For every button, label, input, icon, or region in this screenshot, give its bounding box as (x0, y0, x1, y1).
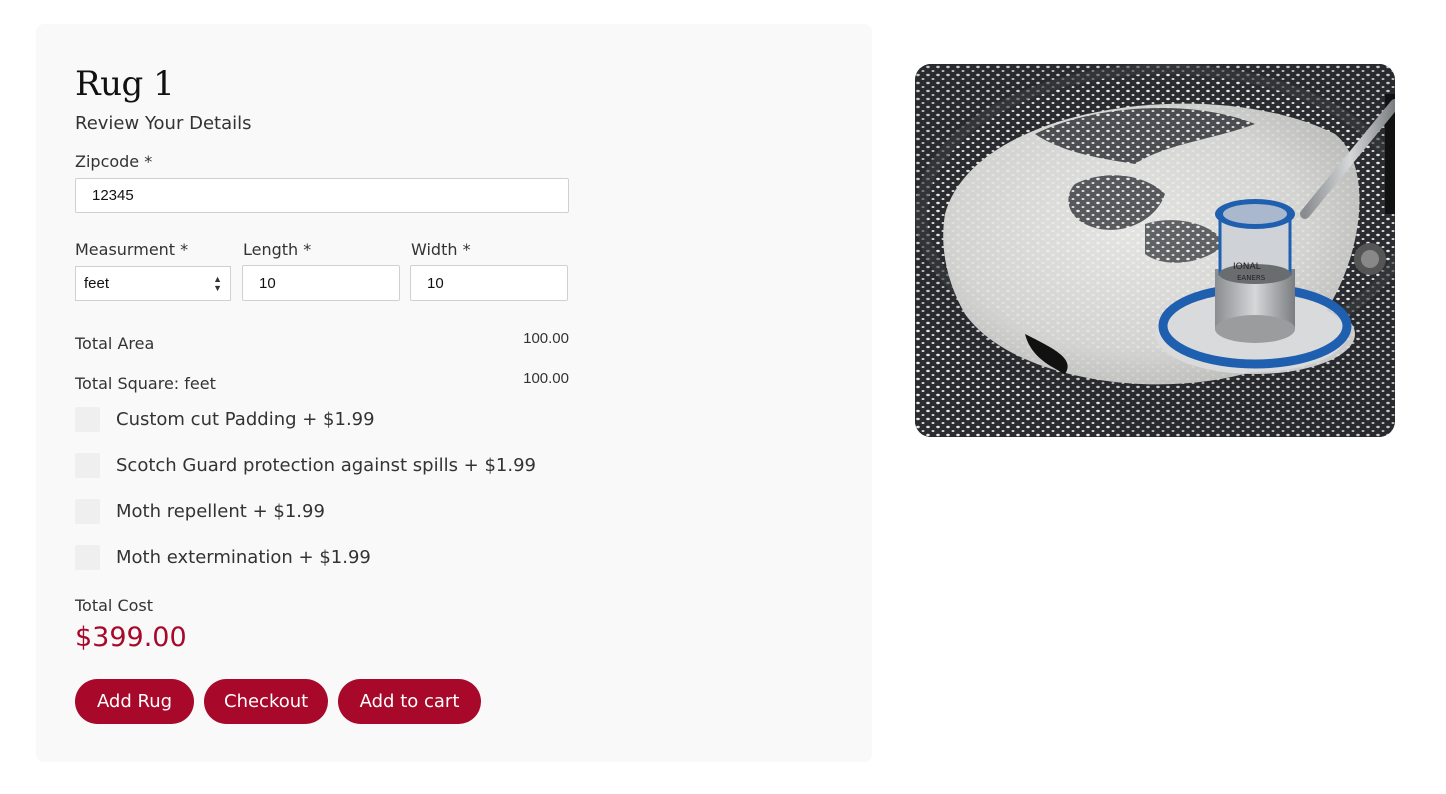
option-label: Moth repellent + $1.99 (116, 500, 325, 522)
total-square-label: Total Square: feet (75, 374, 216, 393)
select-arrows-icon: ▲ ▼ (213, 273, 222, 293)
rug-cleaning-machine-image: IONAL EANERS (915, 64, 1395, 437)
checkout-button[interactable]: Checkout (204, 679, 328, 724)
total-square-value: 100.00 (523, 370, 569, 387)
total-cost-label: Total Cost (75, 596, 154, 615)
length-label: Length * (243, 240, 312, 259)
option-moth-repellent[interactable]: Moth repellent + $1.99 (75, 497, 325, 525)
option-moth-extermination[interactable]: Moth extermination + $1.99 (75, 543, 371, 571)
option-scotch-guard[interactable]: Scotch Guard protection against spills +… (75, 451, 536, 479)
option-custom-cut-padding[interactable]: Custom cut Padding + $1.99 (75, 405, 375, 433)
checkbox[interactable] (75, 452, 100, 478)
total-area-row: Total Area 100.00 (75, 330, 569, 354)
option-label: Custom cut Padding + $1.99 (116, 408, 375, 430)
rug-details-card: Rug 1 Review Your Details Zipcode * Meas… (36, 24, 872, 762)
measurement-label: Measurment * (75, 240, 189, 259)
add-to-cart-button[interactable]: Add to cart (338, 679, 481, 724)
zipcode-input[interactable] (75, 178, 569, 213)
total-square-row: Total Square: feet 100.00 (75, 370, 569, 394)
length-input[interactable] (242, 265, 400, 301)
total-cost-value: $399.00 (75, 622, 187, 653)
width-input[interactable] (410, 265, 568, 301)
total-area-value: 100.00 (523, 330, 569, 347)
checkbox[interactable] (75, 544, 100, 570)
total-area-label: Total Area (75, 334, 155, 353)
checkbox[interactable] (75, 406, 100, 432)
option-label: Moth extermination + $1.99 (116, 546, 371, 568)
page-title: Rug 1 (75, 64, 175, 104)
option-label: Scotch Guard protection against spills +… (116, 454, 537, 476)
add-rug-button[interactable]: Add Rug (75, 679, 194, 724)
page-subtitle: Review Your Details (75, 113, 252, 134)
width-label: Width * (411, 240, 471, 259)
rug-cleaning-photo: IONAL EANERS (915, 64, 1395, 437)
measurement-select[interactable]: feet ▲ ▼ (75, 266, 231, 301)
machine-label-line1: IONAL (1233, 262, 1261, 272)
checkbox[interactable] (75, 498, 100, 524)
measurement-selected-value: feet (84, 275, 110, 292)
machine-label-line2: EANERS (1237, 274, 1266, 282)
zipcode-label: Zipcode * (75, 152, 153, 171)
